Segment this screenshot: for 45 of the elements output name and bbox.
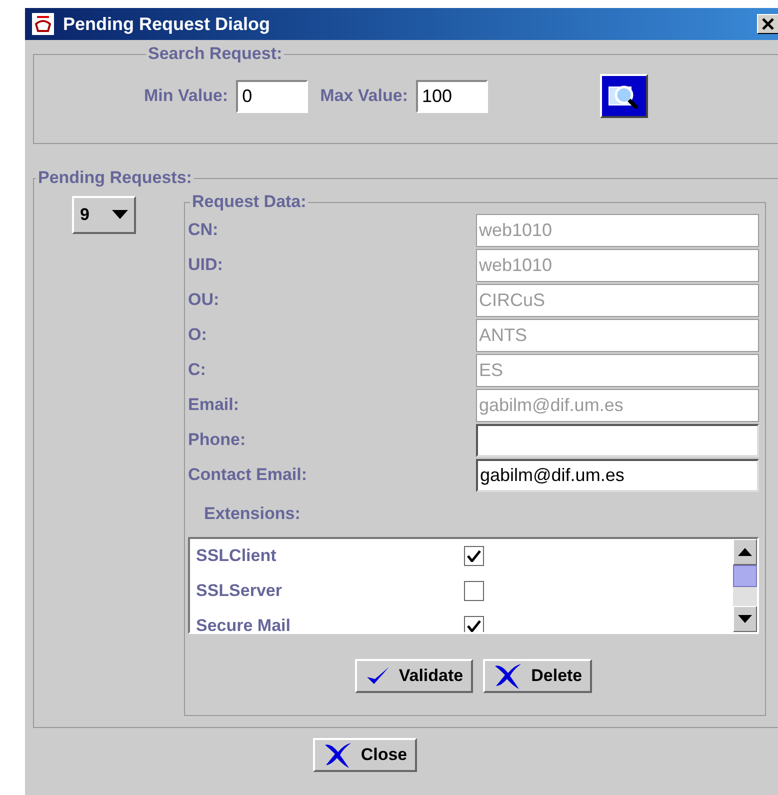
max-value-field[interactable]: 100 — [416, 80, 488, 112]
field-label: CN: — [188, 219, 218, 242]
field-label: UID: — [188, 254, 223, 276]
search-button[interactable] — [600, 74, 648, 118]
check-icon — [467, 620, 481, 632]
field-label: Email: — [188, 394, 240, 416]
extension-name: SSLServer — [196, 580, 283, 602]
validate-button[interactable]: Validate — [354, 658, 474, 692]
action-button[interactable]: Close — [312, 738, 418, 772]
app-icon — [31, 12, 55, 36]
close-button[interactable] — [757, 14, 778, 34]
up-arrow-icon — [738, 548, 752, 556]
check-icon — [364, 664, 391, 686]
scrollbar[interactable] — [733, 538, 757, 632]
scroll-down-button[interactable] — [733, 606, 757, 632]
max-value-label: Max Value: — [320, 85, 408, 108]
checkbox[interactable] — [464, 616, 484, 632]
scroll-thumb[interactable] — [733, 564, 757, 586]
checkbox[interactable] — [464, 581, 484, 601]
extension-name: SSLClient — [196, 545, 278, 568]
dropdown-arrow-icon — [112, 210, 128, 220]
group-title: Search Request: — [147, 44, 284, 64]
field-label: OU: — [188, 289, 220, 312]
group-title: Pending Requests: — [37, 168, 193, 188]
check-icon — [467, 550, 481, 562]
text-field[interactable]: gabilm@dif.um.es — [476, 458, 759, 492]
group-title: Request Data: — [191, 192, 308, 212]
action-button[interactable]: Delete — [483, 658, 592, 692]
text-field[interactable] — [476, 424, 759, 456]
field-label: O: — [188, 324, 207, 346]
extensions-label: Extensions: — [203, 503, 302, 525]
cross-icon — [322, 741, 353, 769]
request-dropdown[interactable]: 9 — [72, 196, 136, 234]
field-label: C: — [188, 359, 206, 382]
checkbox[interactable] — [464, 546, 484, 566]
scroll-up-button[interactable] — [733, 538, 757, 564]
min-value-field[interactable]: 0 — [236, 80, 308, 112]
cross-icon — [493, 662, 524, 690]
down-arrow-icon — [738, 614, 752, 622]
extension-name: Secure Mail — [196, 615, 292, 632]
close-icon — [762, 18, 774, 30]
window-title: Pending Request Dialog — [63, 12, 272, 36]
field-label: Phone: — [188, 429, 246, 452]
field-label: Contact Email: — [188, 464, 308, 486]
min-value-label: Min Value: — [144, 85, 228, 108]
